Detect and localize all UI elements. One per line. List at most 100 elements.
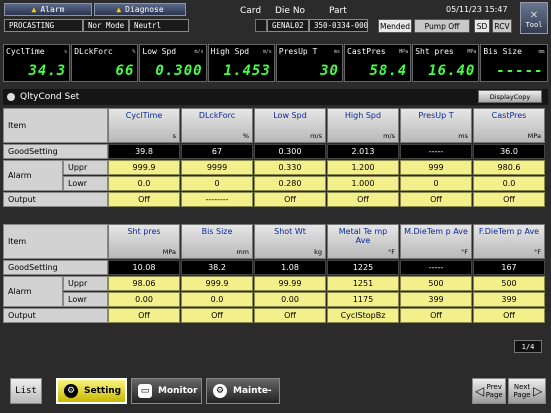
- upper-limit-input[interactable]: 999.9: [108, 160, 180, 175]
- column-header-3[interactable]: Metal Te mp Ave °F: [327, 224, 399, 259]
- output-select[interactable]: Off: [400, 308, 472, 323]
- lower-limit-input[interactable]: 1175: [327, 292, 399, 307]
- header-name: Low Spd: [273, 111, 307, 120]
- lower-limit-input[interactable]: 399: [473, 292, 545, 307]
- column-header-4[interactable]: PresUp T ms: [400, 108, 472, 143]
- column-header-1[interactable]: Bis Size mm: [181, 224, 253, 259]
- alarm-label: Alarm: [3, 160, 63, 191]
- setting-button[interactable]: ⚙ Setting: [56, 378, 127, 404]
- gauge-1: DLckForc% 66: [71, 44, 139, 82]
- good-setting-label: GoodSetting: [3, 260, 108, 275]
- output-select[interactable]: CyclStopBz: [327, 308, 399, 323]
- gauge-value: 58.4: [369, 63, 408, 79]
- gauge-label: CyclTime: [6, 47, 45, 56]
- lower-limit-input[interactable]: 0: [400, 176, 472, 191]
- alarm-button[interactable]: ▲ Alarm: [4, 3, 92, 16]
- gauge-label: CastPres: [347, 47, 386, 56]
- prev-page-button[interactable]: ◁ Prev Page: [472, 378, 506, 404]
- upper-limit-input[interactable]: 98.06: [108, 276, 180, 291]
- lower-limit-input[interactable]: 0: [181, 176, 253, 191]
- lower-limit-input[interactable]: 0.00: [254, 292, 326, 307]
- tool-button[interactable]: ✕ Tool: [520, 2, 548, 34]
- display-copy-button[interactable]: DisplayCopy: [478, 90, 542, 103]
- lower-limit-input[interactable]: 0.00: [108, 292, 180, 307]
- column-header-4[interactable]: M.DieTem p Ave °F: [400, 224, 472, 259]
- upper-limit-input[interactable]: 999: [400, 160, 472, 175]
- screen-title-bar: QltyCond Set: [3, 89, 548, 105]
- output-select[interactable]: Off: [473, 192, 545, 207]
- gauge-unit: MPa: [467, 49, 477, 55]
- output-select[interactable]: Off: [327, 192, 399, 207]
- mainte-button[interactable]: ⚙ Mainte-: [206, 378, 280, 404]
- column-header-3[interactable]: High Spd m/s: [327, 108, 399, 143]
- gauge-7: Bis Size mm -----: [480, 44, 548, 82]
- alarm-bell-icon: ▲: [31, 5, 37, 14]
- good-setting-value: 1.08: [254, 260, 326, 275]
- output-select[interactable]: Off: [254, 308, 326, 323]
- header-unit: s: [172, 132, 176, 140]
- monitor-button[interactable]: ▭ Monitor: [131, 378, 202, 404]
- gauge-value: -----: [496, 63, 544, 79]
- output-select[interactable]: --------: [181, 192, 253, 207]
- upper-limit-input[interactable]: 500: [400, 276, 472, 291]
- upper-limit-input[interactable]: 1.200: [327, 160, 399, 175]
- column-header-0[interactable]: Sht pres MPa: [108, 224, 180, 259]
- list-button[interactable]: List: [10, 378, 42, 404]
- output-select[interactable]: Off: [400, 192, 472, 207]
- gauge-label: Sht pres: [415, 47, 454, 56]
- column-header-5[interactable]: F.DieTem p Ave °F: [473, 224, 545, 259]
- header-name: F.DieTem p Ave: [478, 227, 540, 236]
- column-header-2[interactable]: Shot Wt kg: [254, 224, 326, 259]
- output-select[interactable]: Off: [473, 308, 545, 323]
- gauge-5: CastPres MPa 58.4: [344, 44, 412, 82]
- gauge-label: High Spd: [210, 47, 250, 56]
- upper-limit-input[interactable]: 9999: [181, 160, 253, 175]
- setting-gear-icon: ⚙: [64, 384, 78, 398]
- sd-status: SD: [474, 19, 490, 33]
- wrench-icon: ✕: [530, 7, 538, 21]
- gauge-0: CyclTime s 34.3: [3, 44, 71, 82]
- diagnose-button[interactable]: ▲ Diagnose: [94, 3, 186, 16]
- upper-limit-input[interactable]: 0.330: [254, 160, 326, 175]
- upper-label: Uppr: [63, 276, 108, 291]
- output-select[interactable]: Off: [108, 192, 180, 207]
- good-setting-value: 167: [473, 260, 545, 275]
- upper-limit-input[interactable]: 99.99: [254, 276, 326, 291]
- upper-limit-input[interactable]: 500: [473, 276, 545, 291]
- gauge-value: 1.453: [223, 63, 271, 79]
- upper-limit-input[interactable]: 999.9: [181, 276, 253, 291]
- gauge-value: 16.40: [428, 63, 476, 79]
- column-header-2[interactable]: Low Spd m/s: [254, 108, 326, 143]
- mended-status: Mended: [378, 19, 412, 33]
- gauge-unit: m/s: [194, 49, 204, 55]
- gauge-3: High Spd m/s 1.453: [207, 44, 275, 82]
- rcv-status: RCV: [492, 19, 512, 33]
- lower-limit-input[interactable]: 0.280: [254, 176, 326, 191]
- item-label: Item: [3, 108, 108, 143]
- pump-status: Pump Off: [414, 19, 470, 33]
- column-header-5[interactable]: CastPres MPa: [473, 108, 545, 143]
- die-no-label: Die No: [275, 6, 306, 16]
- lower-limit-input[interactable]: 0.0: [473, 176, 545, 191]
- column-header-0[interactable]: CyclTime s: [108, 108, 180, 143]
- output-select[interactable]: Off: [254, 192, 326, 207]
- column-header-1[interactable]: DLckForc%: [181, 108, 253, 143]
- header-unit: kg: [314, 248, 322, 256]
- next-page-button[interactable]: Next Page ▷: [508, 378, 546, 404]
- lower-limit-input[interactable]: 1.000: [327, 176, 399, 191]
- output-select[interactable]: Off: [108, 308, 180, 323]
- output-select[interactable]: Off: [181, 308, 253, 323]
- gauge-value: 66: [115, 63, 135, 79]
- datetime: 05/11/23 15:47: [446, 5, 508, 14]
- gauge-unit: %: [132, 49, 136, 55]
- machine-name: PROCASTING: [4, 19, 83, 32]
- lower-limit-input[interactable]: 0.0: [181, 292, 253, 307]
- upper-limit-input[interactable]: 980.6: [473, 160, 545, 175]
- lower-limit-input[interactable]: 399: [400, 292, 472, 307]
- header-unit: %: [242, 132, 249, 140]
- upper-limit-input[interactable]: 1251: [327, 276, 399, 291]
- diagnose-warning-icon: ▲: [116, 5, 122, 14]
- good-setting-value: 2.013: [327, 144, 399, 159]
- gauge-value: 34.3: [28, 63, 67, 79]
- lower-limit-input[interactable]: 0.0: [108, 176, 180, 191]
